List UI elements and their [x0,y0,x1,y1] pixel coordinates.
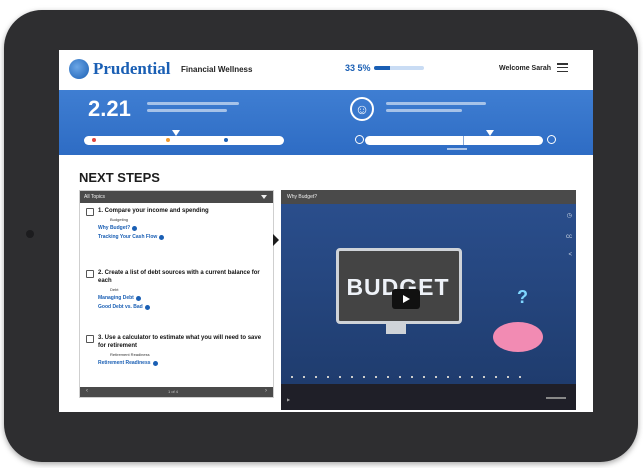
task-checkbox[interactable] [86,270,94,278]
wellness-score: 2.21 [88,96,131,121]
topic-filter-value: All Topics [84,194,106,200]
low-dot-icon [92,137,96,142]
score-description-line [147,102,239,105]
high-dot-icon [224,137,228,142]
app-header: Prudential Financial Wellness 33 5% Welc… [59,50,593,90]
task-title: 3. Use a calculator to estimate what you… [98,335,262,349]
video-time-icon: ▶ [287,397,291,402]
task-title: 2. Create a list of debt sources with a … [98,270,260,284]
resource-link[interactable]: Good Debt vs. Bad [98,304,266,310]
chevron-left-icon[interactable]: ‹ [86,388,88,394]
smiley-face-icon: ☺ [350,97,374,121]
brand-logo[interactable]: Prudential [69,59,170,79]
score-scale [84,136,284,145]
status-scale [365,136,543,145]
play-button[interactable] [392,289,420,309]
hamburger-menu-icon[interactable] [557,63,568,72]
scale-end-icon [547,135,556,144]
share-icon[interactable]: < [568,252,572,258]
captions-icon[interactable]: cc [566,234,572,240]
resource-link[interactable]: Why Budget? [98,225,266,231]
app-screen: Prudential Financial Wellness 33 5% Welc… [59,50,593,412]
task-checkbox[interactable] [86,335,94,343]
rock-logo-icon [69,59,89,79]
scale-mid [166,137,172,142]
arrow-circle-icon [159,234,165,240]
task-item: 1. Compare your income and spending Budg… [86,207,266,240]
status-description-line [386,102,486,105]
status-description-line [386,109,462,112]
arrow-circle-icon [152,360,158,366]
chevron-right-icon[interactable]: › [265,388,267,394]
brand-name: Prudential [93,59,171,78]
task-category: Debt [110,287,119,292]
task-item: 2. Create a list of debt sources with a … [86,269,266,310]
arrow-circle-icon [132,225,138,231]
score-description-line [147,109,227,112]
wellness-score-banner: 2.21 ☺ [59,90,593,155]
video-player: Why Budget? BUDGET ? ◷ cc < ▶ [281,190,576,410]
task-category: Budgeting [110,217,129,222]
next-steps-panel: All Topics 1. Compare your income and sp… [79,190,274,398]
video-controls: ▶ [281,384,576,410]
chevron-down-icon [261,195,267,199]
video-title: Why Budget? [281,190,576,204]
task-title: 1. Compare your income and spending [98,208,209,214]
piggy-bank-illustration [493,322,543,352]
task-category: Retirement Readiness [110,352,150,357]
resource-link[interactable]: Tracking Your Cash Flow [98,234,266,240]
progress-bar [373,66,424,70]
page-indicator: 1 of 4 [168,389,179,394]
overall-progress: 33 5% [345,63,424,73]
scale-start-icon [355,135,364,144]
task-item: 3. Use a calculator to estimate what you… [86,334,266,366]
scale-high [224,137,230,142]
progress-percent: 33 5% [345,63,371,73]
task-checkbox[interactable] [86,208,94,216]
video-frame[interactable]: BUDGET ? ◷ cc < [281,204,576,384]
scale-low [92,137,98,142]
mid-dot-icon [166,137,170,142]
progress-fill [373,66,391,70]
front-camera [26,230,34,238]
panel-pagination: ‹ 1 of 4 › [80,387,273,397]
status-scale-label [447,148,467,150]
clock-icon[interactable]: ◷ [567,212,572,219]
monitor-stand [386,324,406,334]
arrow-circle-icon [135,295,141,301]
question-mark-icon: ? [517,287,528,307]
topic-filter-dropdown[interactable]: All Topics [80,191,273,203]
app-name: Financial Wellness [181,65,253,74]
resource-link[interactable]: Retirement Readiness [98,360,266,366]
selected-task-pointer-icon [273,234,279,246]
video-timeline[interactable] [291,376,531,378]
welcome-user: Welcome Sarah [499,65,552,72]
next-steps-title: NEXT STEPS [79,170,160,185]
arrow-circle-icon [144,304,150,310]
resource-link[interactable]: Managing Debt [98,295,266,301]
volume-slider[interactable] [546,397,566,399]
